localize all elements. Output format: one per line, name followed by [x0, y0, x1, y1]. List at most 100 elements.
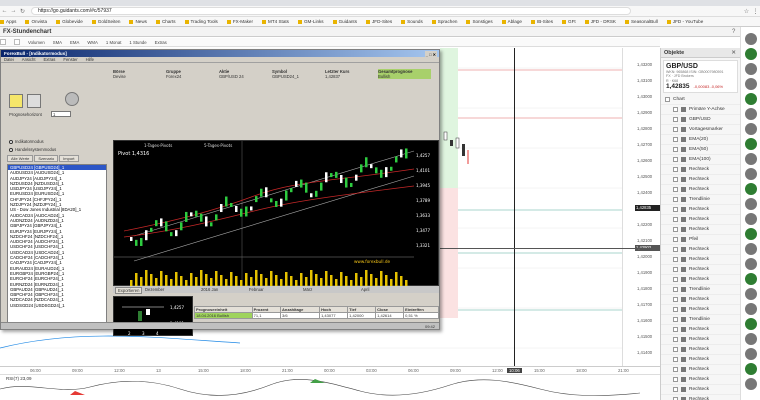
checkbox[interactable] [673, 157, 678, 163]
export-button[interactable]: Exportieren [115, 287, 143, 294]
prognosis-select[interactable]: 1 [51, 111, 71, 117]
bookmark-item[interactable]: SeasonalBull [624, 19, 658, 24]
object-item[interactable]: Rechteck [661, 295, 740, 306]
checkbox[interactable] [673, 207, 678, 213]
checkbox[interactable] [673, 257, 678, 263]
feed-avatar[interactable] [745, 33, 757, 45]
object-item[interactable]: Rechteck [661, 355, 740, 366]
object-item[interactable]: Rechteck [661, 385, 740, 396]
feed-avatar[interactable] [745, 288, 757, 300]
toolbar-item[interactable]: SMA [53, 40, 62, 45]
checkbox[interactable] [673, 317, 678, 323]
feed-avatar[interactable] [745, 243, 757, 255]
folder-icon[interactable] [9, 94, 23, 108]
radio-system[interactable]: Handelssystemmodus [9, 147, 56, 152]
symbol-list-item[interactable]: USDSGD24 [USDSGD24]_1 [8, 303, 106, 308]
object-item[interactable]: Chart [661, 95, 740, 106]
toolbar-square-button[interactable] [14, 39, 20, 45]
object-item[interactable]: Rechteck [661, 335, 740, 346]
checkbox[interactable] [673, 137, 678, 143]
object-item[interactable]: Rechteck [661, 305, 740, 316]
bookmark-item[interactable]: Apps [0, 19, 16, 24]
object-item[interactable]: Primäre Y-Achse [661, 105, 740, 116]
feed-avatar[interactable] [745, 363, 757, 375]
forexbull-menu-item[interactable]: Extras [44, 57, 56, 62]
radio-system-button[interactable] [9, 147, 13, 152]
forexbull-chart[interactable]: 1-Tages-Pivots 5-Tages-Pivots Pivot 1,43… [113, 140, 439, 287]
checkbox[interactable] [673, 297, 678, 303]
bookmark-item[interactable]: Guidants [332, 19, 357, 24]
checkbox[interactable] [673, 307, 678, 313]
object-item[interactable]: GBP/USD [661, 115, 740, 126]
object-item[interactable]: Rechteck [661, 215, 740, 226]
checkbox[interactable] [673, 247, 678, 253]
feed-avatar[interactable] [745, 348, 757, 360]
object-item[interactable]: Rechteck [661, 275, 740, 286]
feed-avatar[interactable] [745, 153, 757, 165]
forexbull-menu-item[interactable]: Hilfe [86, 57, 94, 62]
checkbox[interactable] [673, 197, 678, 203]
toolbar-item[interactable]: 1 Stunde [129, 40, 146, 45]
object-item[interactable]: Vortagesmarker [661, 125, 740, 136]
toolbar-item[interactable]: Extras [155, 40, 167, 45]
feed-avatar[interactable] [745, 108, 757, 120]
forexbull-titlebar[interactable]: ForexBull - [Indikatormodus] _ □ ✕ [1, 50, 439, 58]
object-item[interactable]: EMA(20) [661, 135, 740, 146]
bookmark-item[interactable]: Trading Tools [184, 19, 218, 24]
toolbar-item[interactable]: WMA [87, 40, 98, 45]
bookmark-item[interactable]: JFD-Sites [366, 19, 392, 24]
checkbox[interactable] [673, 357, 678, 363]
toolbar-item[interactable]: 1 Monat [106, 40, 122, 45]
bookmark-item[interactable]: IB-Sites [530, 19, 553, 24]
feed-avatar[interactable] [745, 378, 757, 390]
checkbox[interactable] [673, 347, 678, 353]
feed-avatar[interactable] [745, 318, 757, 330]
forexbull-menu-item[interactable]: Ansicht [22, 57, 36, 62]
checkbox[interactable] [673, 387, 678, 393]
mini-chart[interactable]: 1,4257 1,4101 2 3 4 [113, 296, 193, 336]
object-item[interactable]: Rechteck [661, 255, 740, 266]
checkbox[interactable] [673, 187, 678, 193]
bookmark-item[interactable]: GoldSeiten [91, 19, 120, 24]
feed-avatar[interactable] [745, 273, 757, 285]
bookmark-item[interactable]: Ablage [501, 19, 522, 24]
object-item[interactable]: Rechteck [661, 345, 740, 356]
radio-indicator[interactable]: Indikatormodus [9, 139, 56, 144]
checkbox[interactable] [673, 107, 678, 113]
star-icon[interactable]: ☆ [742, 8, 751, 15]
bookmark-item[interactable]: MT4 Stats [262, 19, 289, 24]
toolbar-item[interactable]: EMA [70, 40, 79, 45]
checkbox[interactable] [673, 367, 678, 373]
radio-indicator-button[interactable] [9, 139, 13, 144]
close-icon[interactable]: ✕ [731, 50, 736, 56]
object-item[interactable]: Pfeil [661, 235, 740, 246]
object-item[interactable]: Rechteck [661, 265, 740, 276]
tab-import[interactable]: Import [59, 155, 79, 162]
forexbull-window[interactable]: ForexBull - [Indikatormodus] _ □ ✕ Datei… [0, 49, 440, 336]
checkbox[interactable] [673, 167, 678, 173]
forward-icon[interactable]: → [9, 8, 18, 14]
checkbox[interactable] [673, 217, 678, 223]
back-icon[interactable]: ← [0, 8, 9, 14]
object-item[interactable]: Rechteck [661, 395, 740, 400]
checkbox[interactable] [673, 327, 678, 333]
feed-avatar[interactable] [745, 48, 757, 60]
bookmark-item[interactable]: Sonstiges [466, 19, 493, 24]
object-item[interactable]: Rechteck [661, 325, 740, 336]
save-icon[interactable] [27, 94, 41, 108]
object-item[interactable]: Rechteck [661, 165, 740, 176]
checkbox[interactable] [673, 117, 678, 123]
feed-avatar[interactable] [745, 93, 757, 105]
bookmark-item[interactable]: Sprachen [431, 19, 457, 24]
checkbox[interactable] [673, 377, 678, 383]
price-axis[interactable]: 1,43200 1,43100 1,43000 1,42900 1,42800 1,427… [622, 48, 661, 368]
feed-avatar[interactable] [745, 123, 757, 135]
feed-avatar[interactable] [745, 138, 757, 150]
object-item[interactable]: Rechteck [661, 365, 740, 376]
object-item[interactable]: Rechteck [661, 375, 740, 386]
object-item[interactable]: Trendlinie [661, 315, 740, 326]
window-buttons[interactable]: _ □ ✕ [424, 51, 437, 58]
feed-avatar[interactable] [745, 168, 757, 180]
checkbox[interactable] [673, 237, 678, 243]
feed-avatar[interactable] [745, 258, 757, 270]
